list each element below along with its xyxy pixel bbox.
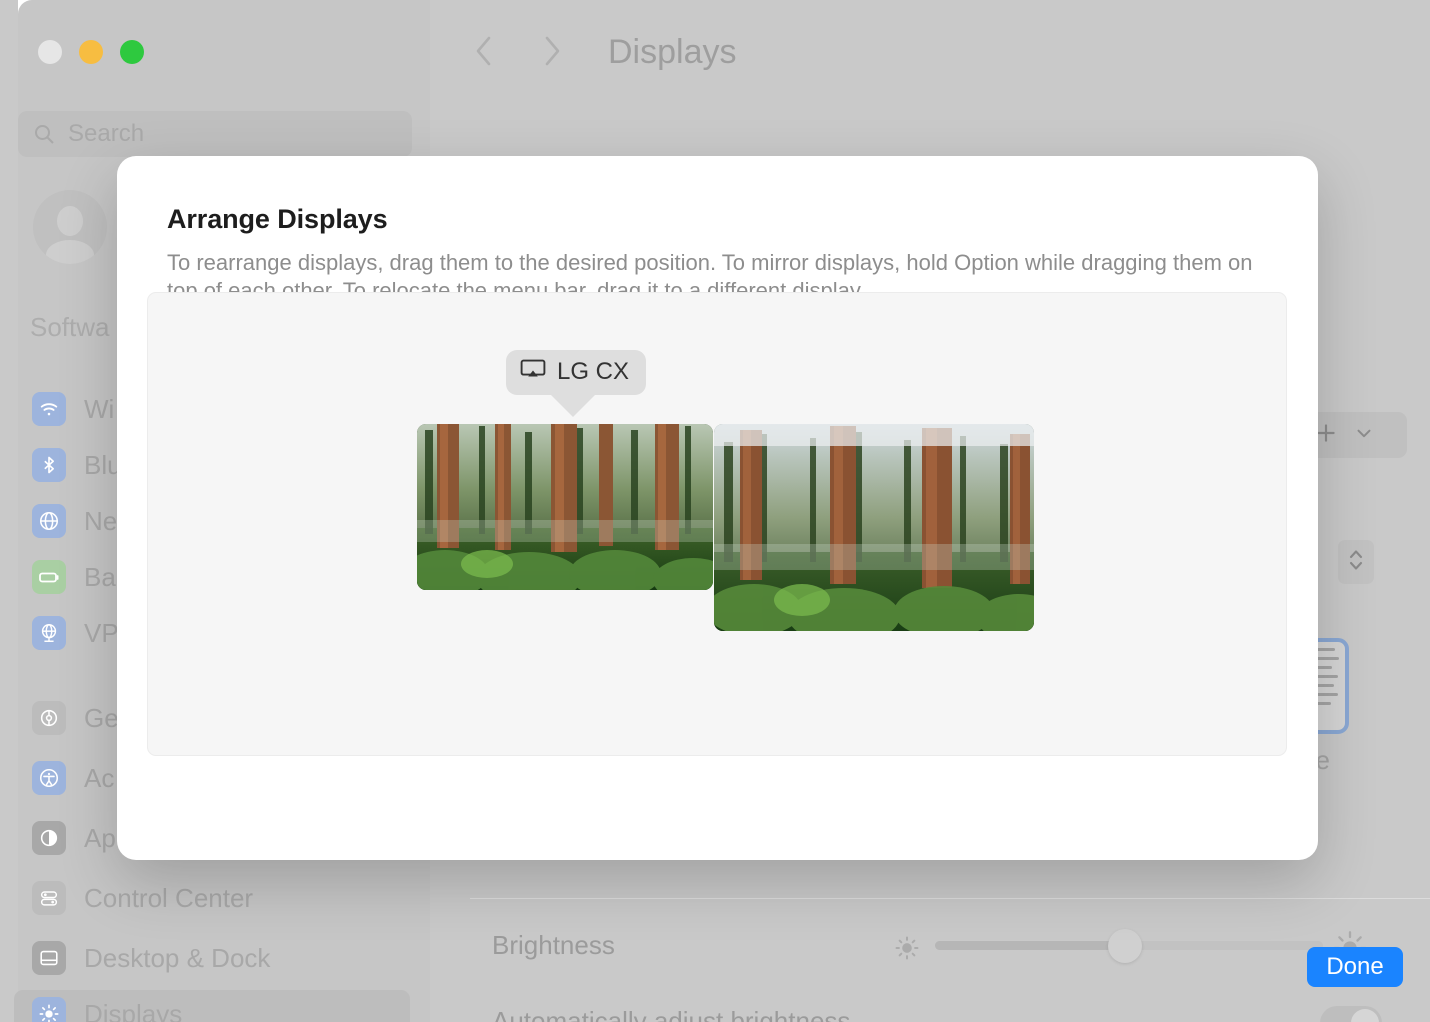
brightness-low-icon — [890, 931, 924, 970]
sidebar-item-label: VP — [84, 617, 119, 648]
chevron-left-icon[interactable] — [470, 30, 498, 72]
toggle-knob — [1351, 1009, 1379, 1022]
sidebar-item-label: Wi — [84, 393, 115, 424]
search-placeholder: Search — [68, 120, 145, 147]
minimize-button[interactable] — [79, 40, 103, 64]
done-button[interactable]: Done — [1307, 947, 1403, 987]
sidebar-item-displays[interactable]: Displays — [14, 990, 410, 1022]
nav-buttons — [470, 30, 566, 72]
accessibility-icon — [32, 761, 66, 795]
brightness-slider-knob[interactable] — [1108, 929, 1143, 963]
sidebar-item-desktop-dock[interactable]: Desktop & Dock — [14, 934, 410, 982]
window-corner — [18, 0, 44, 26]
maximize-button[interactable] — [120, 40, 144, 64]
control-center-icon — [32, 881, 66, 915]
brightness-label: Brightness — [492, 930, 615, 960]
displays-icon — [32, 997, 66, 1022]
avatar-head — [57, 206, 83, 236]
gear-icon — [32, 701, 66, 735]
sidebar-item-label: Ap — [84, 822, 116, 853]
avatar[interactable] — [33, 190, 107, 264]
divider — [470, 898, 1430, 899]
auto-brightness-label: Automatically adjust brightness — [492, 1006, 851, 1022]
display-thumbnail-left[interactable] — [417, 424, 713, 590]
vpn-icon — [32, 616, 66, 650]
sidebar-item-label: Displays — [84, 998, 183, 1022]
wallpaper-image — [417, 424, 713, 590]
menu-bar-strip — [714, 424, 1034, 446]
appearance-icon — [32, 821, 66, 855]
close-button[interactable] — [38, 40, 62, 64]
bluetooth-icon — [32, 448, 66, 482]
avatar-body — [46, 240, 94, 264]
sidebar-item-label: Control Center — [84, 882, 254, 913]
page-title: Displays — [608, 33, 737, 71]
dialog-title: Arrange Displays — [167, 204, 388, 234]
battery-icon — [32, 560, 66, 594]
search-icon — [32, 122, 56, 146]
sidebar-item-label: Ac — [84, 762, 115, 793]
network-icon — [32, 504, 66, 538]
search-input[interactable]: Search — [18, 111, 412, 157]
up-down-chevron-icon — [1346, 546, 1366, 579]
sidebar-item-label: Ba — [84, 561, 116, 592]
display-thumbnail-right[interactable] — [714, 424, 1034, 631]
display-name-tooltip: LG CX — [506, 350, 647, 395]
sidebar-item-label: Blu — [84, 449, 122, 480]
chevron-right-icon[interactable] — [538, 30, 566, 72]
sidebar-item-label: Ge — [84, 702, 119, 733]
traffic-lights — [38, 40, 144, 64]
auto-brightness-toggle[interactable] — [1320, 1006, 1382, 1022]
scaling-stepper[interactable] — [1338, 540, 1374, 584]
sidebar-item-control-center[interactable]: Control Center — [14, 874, 410, 922]
sidebar-section-label: Softwa — [30, 312, 110, 342]
sidebar-item-label: Ne — [84, 505, 118, 536]
airplay-display-icon — [520, 359, 546, 386]
chevron-down-icon — [1353, 422, 1375, 449]
wallpaper-image — [714, 424, 1034, 631]
sidebar-item-label: Desktop & Dock — [84, 942, 271, 973]
wifi-icon — [32, 392, 66, 426]
display-name-label: LG CX — [557, 358, 630, 385]
desktop-dock-icon — [32, 941, 66, 975]
brightness-slider-fill — [935, 941, 1126, 950]
